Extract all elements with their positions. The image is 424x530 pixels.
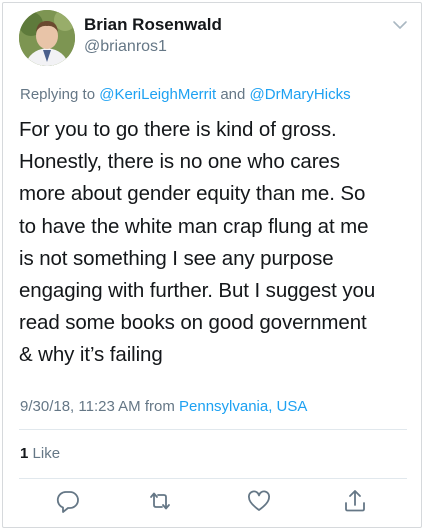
like-label: Like bbox=[32, 445, 61, 462]
like-count: 1 bbox=[20, 445, 29, 462]
retweet-icon[interactable] bbox=[147, 488, 173, 514]
like-icon[interactable] bbox=[246, 488, 272, 514]
replying-to: Replying to @KeriLeighMerrit and @DrMary… bbox=[20, 86, 351, 103]
replying-to-label: Replying to bbox=[20, 86, 96, 103]
tweet-text-line: engaging with further. But I suggest you bbox=[19, 279, 376, 303]
divider bbox=[19, 429, 407, 430]
author-handle[interactable]: @brianros1 bbox=[84, 38, 167, 56]
tweet-text-line: more about gender equity than me. So bbox=[19, 182, 366, 206]
tweet-text-line: is not something I see any purpose bbox=[19, 246, 334, 270]
tweet-text-line: to have the white man crap flung at me bbox=[19, 214, 369, 238]
tweet-text: For you to go there is kind of gross. Ho… bbox=[19, 114, 409, 372]
author-display-name[interactable]: Brian Rosenwald bbox=[84, 15, 222, 35]
location-link[interactable]: Pennsylvania, USA bbox=[179, 398, 307, 415]
reply-conjunction: and bbox=[220, 86, 246, 103]
timestamp[interactable]: 9/30/18, 11:23 AM bbox=[20, 398, 141, 415]
tweet-text-line: & why it’s failing bbox=[19, 343, 163, 367]
tweet-timestamp: 9/30/18, 11:23 AM from Pennsylvania, USA bbox=[20, 398, 307, 415]
tweet-text-line: Honestly, there is no one who cares bbox=[19, 150, 340, 174]
tweet-text-line: read some books on good government bbox=[19, 311, 367, 335]
from-label: from bbox=[144, 398, 175, 415]
divider bbox=[19, 478, 407, 479]
tweet-text-line: For you to go there is kind of gross. bbox=[19, 118, 337, 141]
chevron-down-icon[interactable] bbox=[392, 18, 408, 30]
avatar[interactable] bbox=[19, 10, 75, 66]
action-bar bbox=[0, 486, 424, 520]
likes-summary[interactable]: 1 Like bbox=[20, 445, 60, 462]
reply-icon[interactable] bbox=[55, 488, 81, 514]
share-icon[interactable] bbox=[342, 488, 368, 514]
reply-user-link[interactable]: @KeriLeighMerrit bbox=[99, 86, 216, 103]
reply-user-link[interactable]: @DrMaryHicks bbox=[250, 86, 351, 103]
